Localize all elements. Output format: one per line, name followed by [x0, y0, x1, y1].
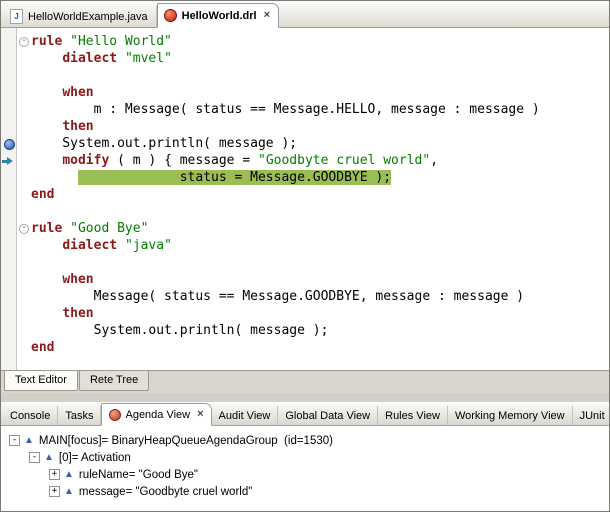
editor-area: J HelloWorldExample.java HelloWorld.drl × -…: [1, 1, 609, 393]
page-tab-text-editor[interactable]: Text Editor: [4, 371, 78, 391]
collapse-icon[interactable]: -: [9, 435, 20, 446]
code-text: rule "Good Bye": [31, 221, 148, 236]
code-line: [1, 67, 609, 84]
code-text: [31, 255, 39, 270]
view-tab-working-memory-view[interactable]: Working Memory View: [448, 406, 573, 425]
expand-icon[interactable]: +: [49, 469, 60, 480]
code-line: modify ( m ) { message = "Goodbyte cruel…: [1, 152, 609, 169]
code-line: [1, 203, 609, 220]
code-text: m : Message( status == Message.HELLO, me…: [31, 102, 540, 117]
breakpoint-icon[interactable]: [4, 139, 15, 150]
tree-row-label: [0]= Activation: [59, 452, 131, 464]
code-line: System.out.println( message );: [1, 322, 609, 339]
view-tab-audit-view[interactable]: Audit View: [212, 406, 279, 425]
collapse-icon[interactable]: -: [29, 452, 40, 463]
tree-row[interactable]: -▲ [0]= Activation: [1, 449, 609, 466]
code-line: status = Message.GOODBYE );: [1, 169, 609, 186]
drools-file-icon: [164, 9, 177, 22]
code-line: System.out.println( message );: [1, 135, 609, 152]
code-line: when: [1, 84, 609, 101]
view-tab-label: Rules View: [385, 410, 440, 422]
tree-row-label: message= "Goodbyte cruel world": [79, 486, 252, 498]
view-tab-label: Global Data View: [285, 410, 370, 422]
code-text: System.out.println( message );: [31, 136, 297, 151]
view-tab-tasks[interactable]: Tasks: [58, 406, 101, 425]
code-line: -rule "Hello World": [1, 33, 609, 50]
code-text: end: [31, 187, 54, 202]
code-text: status = Message.GOODBYE );: [31, 170, 391, 185]
editor-tab-bar: J HelloWorldExample.java HelloWorld.drl ×: [1, 1, 609, 28]
view-tab-junit[interactable]: JUnit: [573, 406, 610, 425]
editor-body[interactable]: -rule "Hello World" dialect "mvel" when …: [1, 28, 609, 370]
code-line: dialect "mvel": [1, 50, 609, 67]
code-text: end: [31, 340, 54, 355]
editor-page-tab-bar: Text EditorRete Tree: [1, 370, 609, 393]
agenda-item-icon: ▲: [64, 470, 74, 480]
view-tab-label: Tasks: [65, 410, 93, 422]
java-file-icon: J: [10, 9, 23, 24]
code-line: then: [1, 305, 609, 322]
close-icon[interactable]: ×: [264, 10, 270, 21]
code-text: then: [31, 119, 94, 134]
console-panel: Console Tasks Agenda View × Audit View Global…: [1, 402, 609, 511]
code-line: end: [1, 339, 609, 356]
agenda-tree: -▲MAIN[focus]= BinaryHeapQueueAgendaGrou…: [1, 426, 609, 511]
tree-row[interactable]: -▲ MAIN[focus]= BinaryHeapQueueAgendaGrou…: [1, 432, 609, 449]
view-tab-bar: Console Tasks Agenda View × Audit View Global…: [1, 402, 609, 426]
expand-icon[interactable]: +: [49, 486, 60, 497]
code-text: dialect "java": [31, 238, 172, 253]
code-line: [1, 254, 609, 271]
agenda-item-icon: ▲: [44, 453, 54, 463]
code-text: when: [31, 85, 94, 100]
code-text: rule "Hello World": [31, 34, 172, 49]
code-line: m : Message( status == Message.HELLO, me…: [1, 101, 609, 118]
code-line: then: [1, 118, 609, 135]
view-tab-agenda-view[interactable]: Agenda View ×: [101, 403, 211, 426]
view-tab-rules-view[interactable]: Rules View: [378, 406, 448, 425]
view-tab-label: Working Memory View: [455, 410, 565, 422]
page-tab-rete-tree[interactable]: Rete Tree: [79, 371, 149, 391]
code-line: dialect "java": [1, 237, 609, 254]
code-text: Message( status == Message.GOODBYE, mess…: [31, 289, 524, 304]
code-line: end: [1, 186, 609, 203]
agenda-item-icon: ▲: [24, 436, 34, 446]
editor-tab-helloworld-drl[interactable]: HelloWorld.drl ×: [157, 3, 279, 28]
instruction-pointer-icon: [2, 157, 14, 165]
view-tab-label: Agenda View: [125, 409, 190, 421]
sash-divider[interactable]: [1, 393, 609, 402]
code-text: then: [31, 306, 94, 321]
tree-row[interactable]: + ▲ message= "Goodbyte cruel world": [1, 483, 609, 500]
agenda-view-icon: [109, 409, 121, 421]
view-tab-label: Audit View: [219, 410, 271, 422]
code-text: [31, 68, 39, 83]
code-text: System.out.println( message );: [31, 323, 328, 338]
code-text: [31, 204, 39, 219]
code-line: when: [1, 271, 609, 288]
code-text: dialect "mvel": [31, 51, 172, 66]
editor-tab-label: HelloWorld.drl: [182, 10, 257, 22]
tree-row-label: MAIN[focus]= BinaryHeapQueueAgendaGroup …: [39, 435, 333, 447]
agenda-item-icon: ▲: [64, 487, 74, 497]
editor-tab-label: HelloWorldExample.java: [28, 11, 148, 23]
view-tab-console[interactable]: Console: [3, 406, 58, 425]
tree-row[interactable]: + ▲ ruleName= "Good Bye": [1, 466, 609, 483]
code-text: modify ( m ) { message = "Goodbyte cruel…: [31, 153, 438, 168]
code-area[interactable]: -rule "Hello World" dialect "mvel" when …: [1, 28, 609, 356]
view-tab-label: JUnit: [580, 410, 605, 422]
view-tab-global-data-view[interactable]: Global Data View: [278, 406, 378, 425]
fold-collapse-icon[interactable]: -: [19, 37, 29, 47]
code-line: Message( status == Message.GOODBYE, mess…: [1, 288, 609, 305]
tree-row-label: ruleName= "Good Bye": [79, 469, 198, 481]
editor-tab-helloworldexample-java[interactable]: J HelloWorldExample.java: [4, 6, 157, 27]
eclipse-window: J HelloWorldExample.java HelloWorld.drl × -…: [0, 0, 610, 512]
code-line: -rule "Good Bye": [1, 220, 609, 237]
code-text: when: [31, 272, 94, 287]
view-tab-label: Console: [10, 410, 50, 422]
close-icon[interactable]: ×: [197, 409, 203, 420]
fold-collapse-icon[interactable]: -: [19, 224, 29, 234]
